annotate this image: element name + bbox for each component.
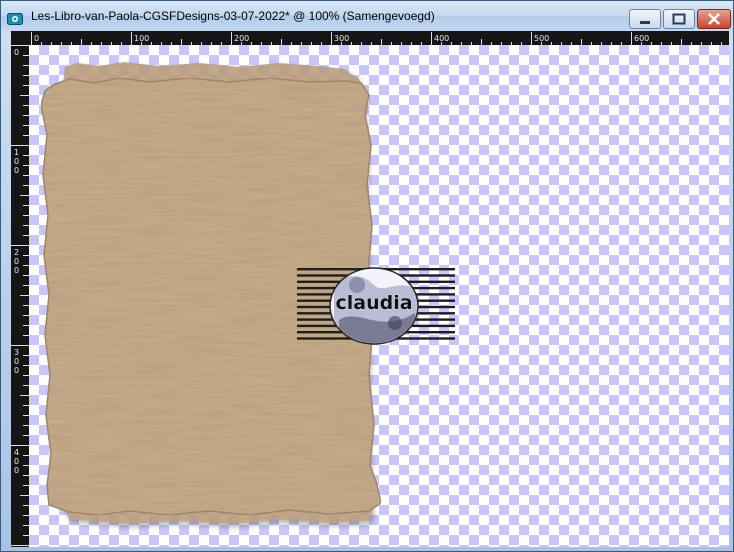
ruler-label: 0 [14,157,19,166]
ruler-label: 4 [14,448,19,457]
ruler-label: 300 [334,34,349,43]
title-bar[interactable]: Les-Libro-van-Paola-CGSFDesigns-03-07-20… [1,1,733,31]
ruler-label: 0 [14,48,19,57]
horizontal-ruler[interactable]: 0 100 200 300 400 500 600 [31,31,729,46]
ruler-label: 0 [14,357,19,366]
image-window: Les-Libro-van-Paola-CGSFDesigns-03-07-20… [0,0,734,552]
ruler-label: 400 [434,34,449,43]
ruler-label: 1 [14,148,19,157]
ruler-label: 0 [14,266,19,275]
ruler-label: 2 [14,248,19,257]
window-title: Les-Libro-van-Paola-CGSFDesigns-03-07-20… [31,9,435,23]
ruler-label: 0 [14,366,19,375]
ruler-label: 0 [34,34,39,43]
image-document-icon [7,10,23,25]
ruler-label: 600 [634,34,649,43]
image-canvas[interactable]: claudia [29,45,729,547]
close-button[interactable] [697,9,731,29]
paper-layer-front [40,77,382,516]
ruler-corner [11,31,31,45]
ruler-label: 0 [14,457,19,466]
ruler-label: 0 [14,166,19,175]
ruler-label: 0 [14,466,19,475]
minimize-button[interactable] [629,9,661,29]
vertical-ruler[interactable]: 0100200300400 [11,45,29,547]
ruler-label: 200 [234,34,249,43]
maximize-button[interactable] [663,9,695,29]
ruler-label: 3 [14,348,19,357]
watermark-text: claudia [335,292,412,314]
ruler-label: 0 [14,257,19,266]
ruler-label: 100 [134,34,149,43]
ruler-label: 500 [534,34,549,43]
